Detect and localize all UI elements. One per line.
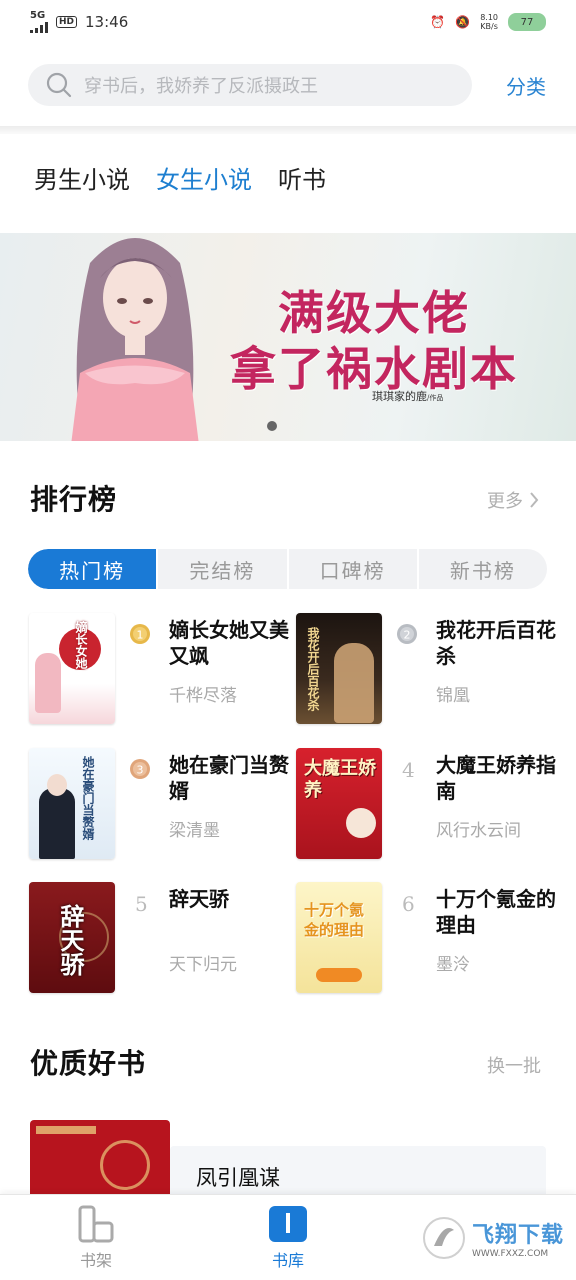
nav-label: 书库 (271, 1251, 304, 1270)
network-indicator: 5G (30, 11, 48, 33)
tab-female-novels[interactable]: 女生小说 (156, 160, 252, 195)
nav-bookshelf[interactable]: 书架 (56, 1205, 136, 1271)
search-input[interactable]: 穿书后，我娇养了反派摄政王 (28, 64, 472, 106)
book-author: 锦凰 (436, 686, 470, 706)
quality-book-card[interactable]: 凤引凰谋 (30, 1120, 546, 1206)
library-icon (269, 1206, 307, 1242)
watermark: 飞翔下载 WWW.FXXZ.COM (422, 1216, 564, 1260)
tab-hot-ranking[interactable]: 热门榜 (28, 549, 159, 589)
book-cover (30, 1120, 170, 1200)
rank-number: 6 (402, 892, 415, 916)
tab-audiobooks[interactable]: 听书 (278, 160, 326, 195)
book-title: 辞天骄 (169, 887, 229, 911)
refresh-batch-link[interactable]: 换一批 (487, 1052, 541, 1078)
banner-author-name: 琪琪家的鹿 (372, 390, 427, 403)
cover-title: 辞天骄 (56, 904, 85, 976)
medal-rank: 2 (404, 629, 411, 642)
banner-author-suffix: /作品 (427, 394, 444, 402)
book-title: 十万个氪金的理由 (436, 887, 556, 937)
book-cover: 十万个氪金的理由 (296, 882, 382, 993)
cover-title: 十万个氪金的理由 (304, 901, 365, 939)
watermark-text: 飞翔下载 (471, 1223, 564, 1248)
network-type: 5G (30, 10, 46, 21)
ranking-tabs: 热门榜 完结榜 口碑榜 新书榜 (28, 549, 547, 589)
bookshelf-icon (78, 1205, 114, 1243)
ranking-more-label: 更多 (487, 491, 523, 512)
watermark-logo-icon (422, 1217, 465, 1259)
ranking-item[interactable]: 辞天骄 5 辞天骄 天下归元 (29, 882, 289, 994)
nav-label: 书架 (79, 1251, 112, 1270)
gold-medal-icon: 1 (130, 624, 150, 644)
ranking-more-link[interactable]: 更多 (487, 487, 539, 513)
carousel-indicator (267, 421, 277, 431)
category-link[interactable]: 分类 (506, 71, 546, 100)
network-speed: 8.10 KB/s (480, 13, 498, 31)
search-row: 穿书后，我娇养了反派摄政王 分类 (0, 44, 576, 126)
book-author: 风行水云间 (436, 821, 521, 841)
ranking-item[interactable]: 大魔王娇养 4 大魔王娇养指南 风行水云间 (296, 748, 556, 860)
channel-tabs: 男生小说 女生小说 听书 (34, 160, 326, 195)
search-placeholder: 穿书后，我娇养了反派摄政王 (84, 76, 318, 97)
book-author: 千桦尽落 (169, 686, 237, 706)
medal-rank: 1 (137, 629, 144, 642)
book-author: 墨泠 (436, 955, 470, 975)
watermark-url: WWW.FXXZ.COM (471, 1249, 549, 1259)
ranking-title: 排行榜 (30, 483, 118, 516)
ranking-item[interactable]: 十万个氪金的理由 6 十万个氪金的理由 墨泠 (296, 882, 556, 994)
header-divider (0, 126, 576, 134)
tab-completed-ranking[interactable]: 完结榜 (158, 549, 289, 589)
battery-icon: 77 (508, 13, 546, 31)
silver-medal-icon: 2 (397, 624, 417, 644)
alarm-icon: ⏰ (430, 15, 446, 29)
book-cover: 辞天骄 (29, 882, 115, 993)
book-title: 她在豪门当赘婿 (169, 753, 289, 803)
book-title: 大魔王娇养指南 (436, 753, 556, 803)
watermark-text-block: 飞翔下载 WWW.FXXZ.COM (472, 1217, 564, 1259)
hd-badge: HD (56, 16, 78, 28)
book-author: 梁清墨 (169, 821, 220, 841)
ranking-item[interactable]: 她在豪门当赘婿 3 她在豪门当赘婿 梁清墨 (29, 748, 289, 860)
status-right: ⏰ 🔕 8.10 KB/s 77 (430, 13, 546, 31)
status-bar: 5G HD 13:46 ⏰ 🔕 8.10 KB/s 77 (0, 0, 576, 44)
quality-books-title: 优质好书 (30, 1047, 147, 1080)
banner-author: 琪琪家的鹿/作品 (372, 388, 443, 404)
mute-icon: 🔕 (455, 15, 471, 29)
book-title: 我花开后百花杀 (436, 618, 556, 668)
ranking-item[interactable]: 我花开后百花杀 2 我花开后百花杀 锦凰 (296, 613, 556, 725)
chevron-right-icon (530, 492, 539, 508)
status-left: 5G HD 13:46 (30, 11, 128, 33)
book-cover: 大魔王娇养 (296, 748, 382, 859)
bronze-medal-icon: 3 (130, 759, 150, 779)
battery-level: 77 (520, 16, 534, 28)
book-cover: 我花开后百花杀 (296, 613, 382, 724)
cover-title: 大魔王娇养 (304, 758, 376, 801)
ranking-item[interactable]: 嫡长女她 1 嫡长女她又美又飒 千桦尽落 (29, 613, 289, 725)
medal-rank: 3 (137, 764, 144, 777)
signal-icon (30, 21, 48, 33)
rank-number: 5 (135, 892, 148, 916)
rank-number: 4 (402, 758, 415, 782)
search-icon (46, 72, 72, 98)
promo-banner[interactable]: 满级大佬 拿了祸水剧本 琪琪家的鹿/作品 (0, 233, 576, 441)
book-cover: 她在豪门当赘婿 (29, 748, 115, 859)
book-cover: 嫡长女她 (29, 613, 115, 724)
cover-title: 嫡长女她 (74, 621, 88, 669)
tab-reputation-ranking[interactable]: 口碑榜 (289, 549, 419, 589)
book-author: 天下归元 (169, 955, 237, 975)
tab-male-novels[interactable]: 男生小说 (34, 160, 130, 195)
cover-title: 她在豪门当赘婿 (81, 756, 95, 840)
status-time: 13:46 (85, 13, 129, 31)
banner-illustration (71, 238, 199, 441)
tab-new-books-ranking[interactable]: 新书榜 (419, 549, 547, 589)
cover-title: 我花开后百花杀 (306, 627, 320, 711)
nav-library[interactable]: 书库 (248, 1205, 328, 1271)
book-title: 嫡长女她又美又飒 (169, 618, 289, 668)
quality-book-title: 凤引凰谋 (196, 1166, 280, 1190)
